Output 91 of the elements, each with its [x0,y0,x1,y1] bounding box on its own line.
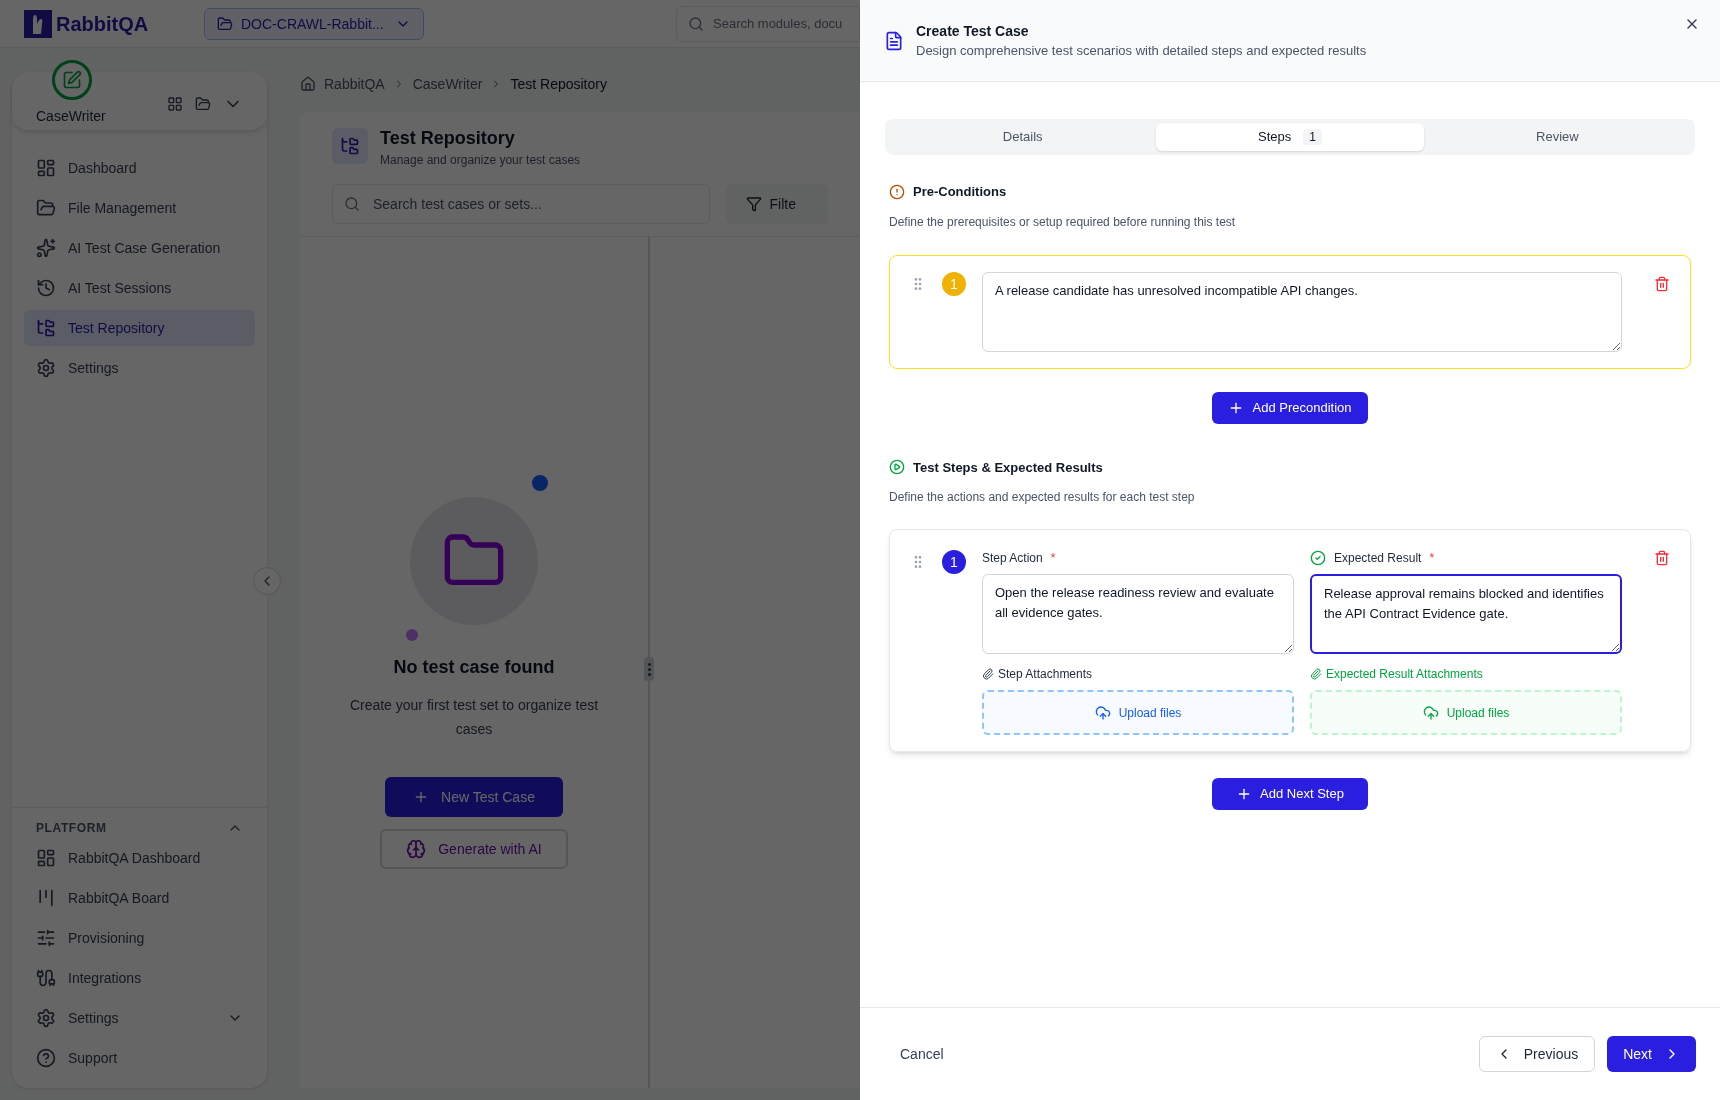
tab[interactable]: Review [1423,123,1691,151]
empty-state-text: Create your first test set to organize test cases [348,696,600,739]
add-next-step-button[interactable]: Add Next Step [1212,778,1368,810]
sidebar-item[interactable]: Provisioning [24,920,255,956]
folder-icon [36,198,56,218]
search-icon [344,196,360,212]
step-action-field[interactable]: Open the release readiness review and evaluate all evidence gates. [982,574,1294,654]
breadcrumb-link[interactable]: RabbitQA [324,74,385,94]
attachments-label: Expected Result Attachments [1326,666,1483,682]
document-icon [884,30,904,51]
tab[interactable]: Details [889,123,1157,151]
sidebar-item[interactable]: RabbitQA Board [24,880,255,916]
sidebar-item[interactable]: Integrations [24,960,255,996]
sidebar-item[interactable]: Test Repository [24,310,255,346]
breadcrumb-link[interactable]: Test Repository [510,74,607,94]
sidebar-item[interactable]: AI Test Case Generation [24,230,255,266]
collapse-sidebar-button[interactable] [253,567,281,595]
section-title: Pre-Conditions [913,183,1007,201]
dashboard-icon [36,848,56,868]
number-badge: 1 [942,550,966,574]
attachments-label: Step Attachments [998,666,1093,682]
delete-icon[interactable] [1654,275,1670,292]
sidebar-item[interactable]: AI Test Sessions [24,270,255,306]
expected-result-field[interactable]: Release approval remains blocked and identifies the API Contract Evidence gate. [1310,574,1622,654]
resize-handle[interactable] [644,657,654,681]
upload-icon [1094,704,1111,721]
folder-icon [217,15,233,32]
filter-button[interactable]: Filte [725,184,828,224]
folder-icon[interactable] [195,96,211,112]
edit-icon [62,70,82,90]
sidebar-item[interactable]: Support [24,1040,255,1076]
dialog-subtitle: Design comprehensive test scenarios with detailed steps and expected results [916,41,1367,60]
rabbit-logo-icon [24,9,52,38]
delete-icon[interactable] [1654,550,1670,566]
sidebar-item[interactable]: File Management [24,190,255,226]
tree-icon [36,318,56,338]
repository-search-field[interactable]: Search test cases or sets... [332,184,710,224]
field-label: Expected Result [1334,550,1422,566]
play-icon [889,459,905,476]
sidebar-item[interactable]: Dashboard [24,150,255,186]
section-heading: PLATFORM [36,820,107,836]
dialog-title: Create Test Case [916,21,1030,41]
home-icon [300,76,316,92]
next-button[interactable]: Next [1607,1036,1696,1072]
field-label: Step Action [982,550,1043,566]
page-title: Test Repository [380,127,516,150]
empty-state-title: No test case found [393,656,555,679]
page-subtitle: Manage and organize your test cases [380,152,581,168]
required-mark: * [1050,550,1056,566]
sliders-icon [36,928,56,948]
breadcrumb-link[interactable]: CaseWriter [412,74,483,94]
filter-icon [745,196,762,212]
search-icon [688,15,704,32]
cable-icon [36,968,56,988]
add-precondition-button[interactable]: Add Precondition [1212,391,1368,424]
count-badge: 1 [1303,129,1322,145]
new-test-case-button[interactable]: New Test Case [385,777,563,817]
upload-icon [1422,704,1439,721]
number-badge: 1 [942,271,966,296]
alert-icon [889,183,905,200]
generate-with-ai-button[interactable]: Generate with AI [380,829,568,869]
upload-dropzone[interactable]: Upload files [1310,690,1622,735]
brain-icon [406,839,427,859]
app-name: RabbitQA [56,11,149,37]
sidebar-item[interactable]: RabbitQA Dashboard [24,840,255,876]
precondition-field[interactable]: A release candidate has unresolved incompatible API changes. [982,271,1622,352]
section-title: Test Steps & Expected Results [913,458,1103,477]
sidebar-item[interactable]: Settings [24,1000,255,1036]
grid-icon[interactable] [167,96,183,112]
settings-icon [36,358,56,378]
upload-dropzone[interactable]: Upload files [982,690,1294,735]
sidebar-item[interactable]: Settings [24,350,255,386]
project-selector[interactable]: DOC-CRAWL-Rabbit... [204,7,424,40]
section-description: Define the actions and expected results for each test step [888,489,1196,505]
sparkles-icon [36,238,56,258]
settings-icon [36,1008,56,1028]
dashboard-icon [36,158,56,178]
tree-icon [340,136,360,156]
section-description: Define the prerequisites or setup required before running this test [888,213,1237,230]
tab[interactable]: Steps 1 [1156,123,1424,151]
previous-button[interactable]: Previous [1478,1036,1596,1072]
history-icon [36,278,56,298]
global-search-field[interactable]: Search modules, docu [676,5,860,42]
module-name: CaseWriter [36,107,106,126]
required-mark: * [1429,550,1435,566]
board-icon [36,888,56,908]
paperclip-icon [1310,668,1322,680]
check-circle-icon [1310,550,1326,566]
paperclip-icon [982,668,994,680]
cancel-button[interactable]: Cancel [900,1044,944,1064]
help-icon [36,1048,56,1068]
